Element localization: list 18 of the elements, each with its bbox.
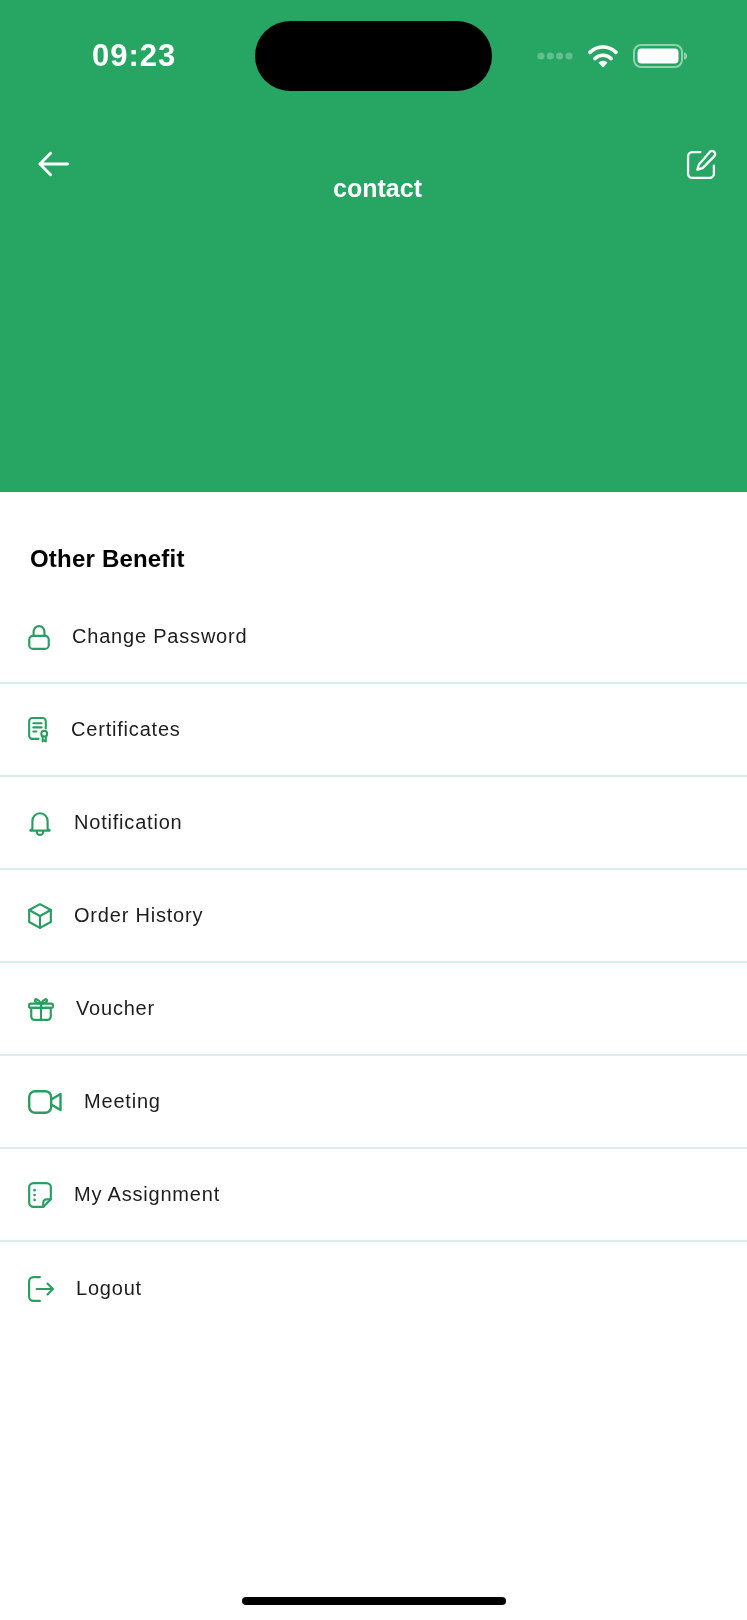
edit-icon [686,149,717,180]
lock-icon [28,623,50,650]
wifi-icon [587,44,619,68]
back-button[interactable] [38,151,69,177]
video-camera-icon [28,1089,62,1114]
battery-icon [633,44,687,68]
back-icon [38,151,69,177]
certificate-icon [28,716,49,743]
status-time: 09:23 [92,38,177,74]
logout-icon [28,1275,54,1302]
signal-dots-icon [537,52,573,60]
section-title: Other Benefit [30,545,186,573]
page-title: contact [333,173,422,203]
bell-icon [28,809,52,836]
note-icon [28,1181,52,1208]
gift-icon [28,995,54,1022]
cube-icon [28,902,52,929]
edit-button[interactable] [686,149,717,180]
